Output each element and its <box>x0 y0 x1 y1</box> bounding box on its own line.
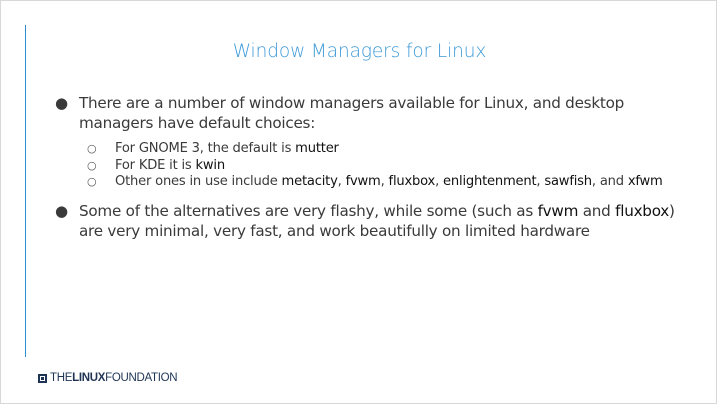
separator: , <box>337 174 346 189</box>
accent-line <box>25 25 26 357</box>
sub-bullet-icon: ○ <box>87 158 97 172</box>
bullet-icon: ● <box>55 94 68 112</box>
keyword: fluxbox <box>615 201 670 220</box>
logo-foundation: FOUNDATION <box>105 372 178 384</box>
keyword: metacity <box>281 174 338 189</box>
separator: , <box>435 174 444 189</box>
keyword: fluxbox <box>388 174 436 189</box>
bullet-text: Some of the alternatives are very flashy… <box>79 201 538 220</box>
keyword: kwin <box>195 157 225 173</box>
slide: Window Managers for Linux ● There are a … <box>0 0 717 404</box>
bullet-icon: ● <box>55 201 68 220</box>
bullet-item: ● Some of the alternatives are very flas… <box>53 201 693 241</box>
keyword: sawfish <box>544 174 592 189</box>
sub-text: For KDE it is <box>115 157 196 173</box>
sub-text: For GNOME 3, the default is <box>115 141 296 156</box>
logo-linux: LINUX <box>72 372 106 384</box>
bullet-text: and <box>578 201 616 220</box>
keyword: enlightenment <box>443 174 537 189</box>
slide-title: Window Managers for Linux <box>232 41 487 62</box>
keyword: xfwm <box>627 174 663 189</box>
keyword: fvwm <box>345 174 381 189</box>
keyword: mutter <box>295 141 339 156</box>
slide-body: ● There are a number of window managers … <box>53 93 693 241</box>
sub-text: Other ones in use include <box>115 174 282 189</box>
separator: , <box>380 174 389 189</box>
logo-mark-icon <box>38 373 47 383</box>
bullet-text: There are a number of window managers av… <box>79 94 625 132</box>
bullet-item: ● There are a number of window managers … <box>53 93 693 133</box>
sub-item: ○ Other ones in use include metacity, fv… <box>53 174 693 191</box>
sub-list: ○ For GNOME 3, the default is mutter ○ F… <box>53 141 693 191</box>
sub-bullet-icon: ○ <box>87 142 97 155</box>
logo-the: THE <box>50 372 73 384</box>
sub-item: ○ For KDE it is kwin <box>53 158 693 175</box>
sub-item: ○ For GNOME 3, the default is mutter <box>53 141 693 158</box>
keyword: fvwm <box>537 201 579 220</box>
sub-bullet-icon: ○ <box>87 175 97 188</box>
linux-foundation-logo: THE LINUX FOUNDATION <box>38 371 178 385</box>
separator: , and <box>591 174 628 189</box>
